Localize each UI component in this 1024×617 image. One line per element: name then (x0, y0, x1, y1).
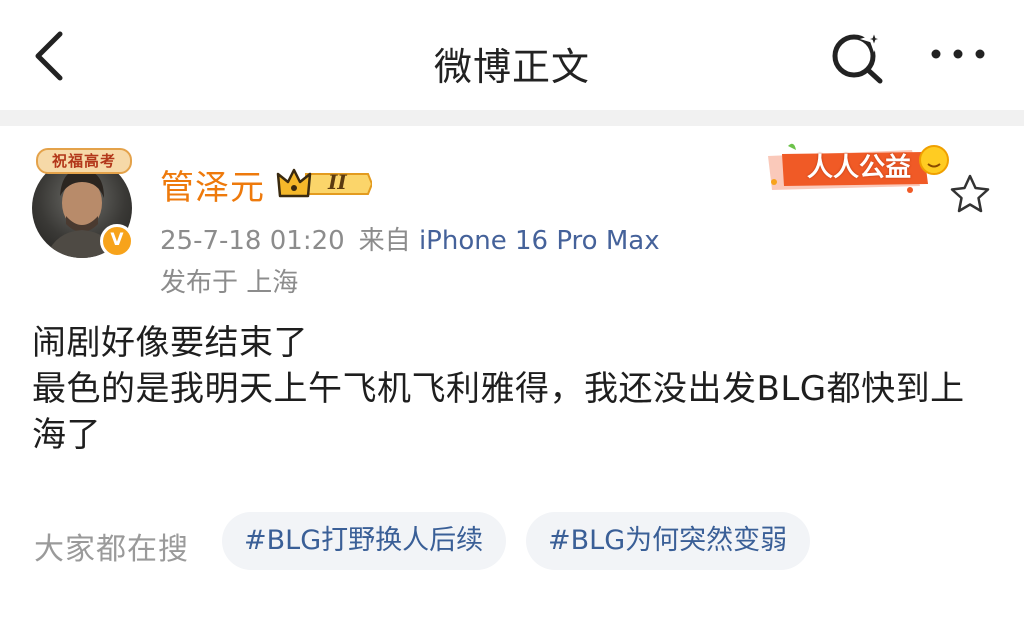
post-timestamp: 25-7-18 01:20 (160, 226, 345, 256)
search-sparkle-icon (832, 25, 889, 84)
verified-badge-icon: V (100, 224, 134, 258)
vip-level-label: II (328, 170, 347, 194)
post-location: 发布于 上海 (160, 268, 299, 298)
ellipsis-icon (931, 49, 985, 59)
source-prefix: 来自 (358, 226, 411, 256)
post-content-line: 最色的是我明天上午飞机飞利雅得，我还没出发BLG都快到上 (32, 369, 965, 409)
trending-topic-chip[interactable]: #BLG为何突然变弱 (526, 512, 810, 570)
weibo-post-page: 微博正文 祝福高考 V 管泽元 II 25-7-18 01:20 来自 iPho… (0, 0, 1024, 617)
section-divider (0, 110, 1024, 126)
post-content: 闹剧好像要结束了 最色的是我明天上午飞机飞利雅得，我还没出发BLG都快到上 海了 (32, 320, 998, 458)
trending-search-label: 大家都在搜 (34, 532, 189, 567)
favorite-button[interactable] (946, 172, 994, 216)
vip-crown-badge[interactable]: II (276, 166, 374, 202)
trending-topic-chip[interactable]: #BLG打野换人后续 (222, 512, 506, 570)
post-content-line: 海了 (32, 415, 101, 455)
top-bar: 微博正文 (0, 0, 1024, 110)
post-meta: 25-7-18 01:20 来自 iPhone 16 Pro Max (160, 220, 660, 257)
crown-icon (276, 168, 374, 198)
charity-label: 人人公益 (806, 153, 911, 183)
charity-badge[interactable]: 人人公益 (762, 142, 952, 194)
post-content-line: 闹剧好像要结束了 (32, 323, 308, 363)
more-options-button[interactable] (928, 36, 988, 76)
post-device-link[interactable]: iPhone 16 Pro Max (419, 226, 660, 256)
search-button[interactable] (828, 25, 889, 84)
author-avatar[interactable]: 祝福高考 V (30, 148, 134, 260)
star-icon (950, 174, 990, 213)
avatar-decoration-banner: 祝福高考 (36, 148, 132, 174)
author-name[interactable]: 管泽元 (160, 160, 265, 209)
